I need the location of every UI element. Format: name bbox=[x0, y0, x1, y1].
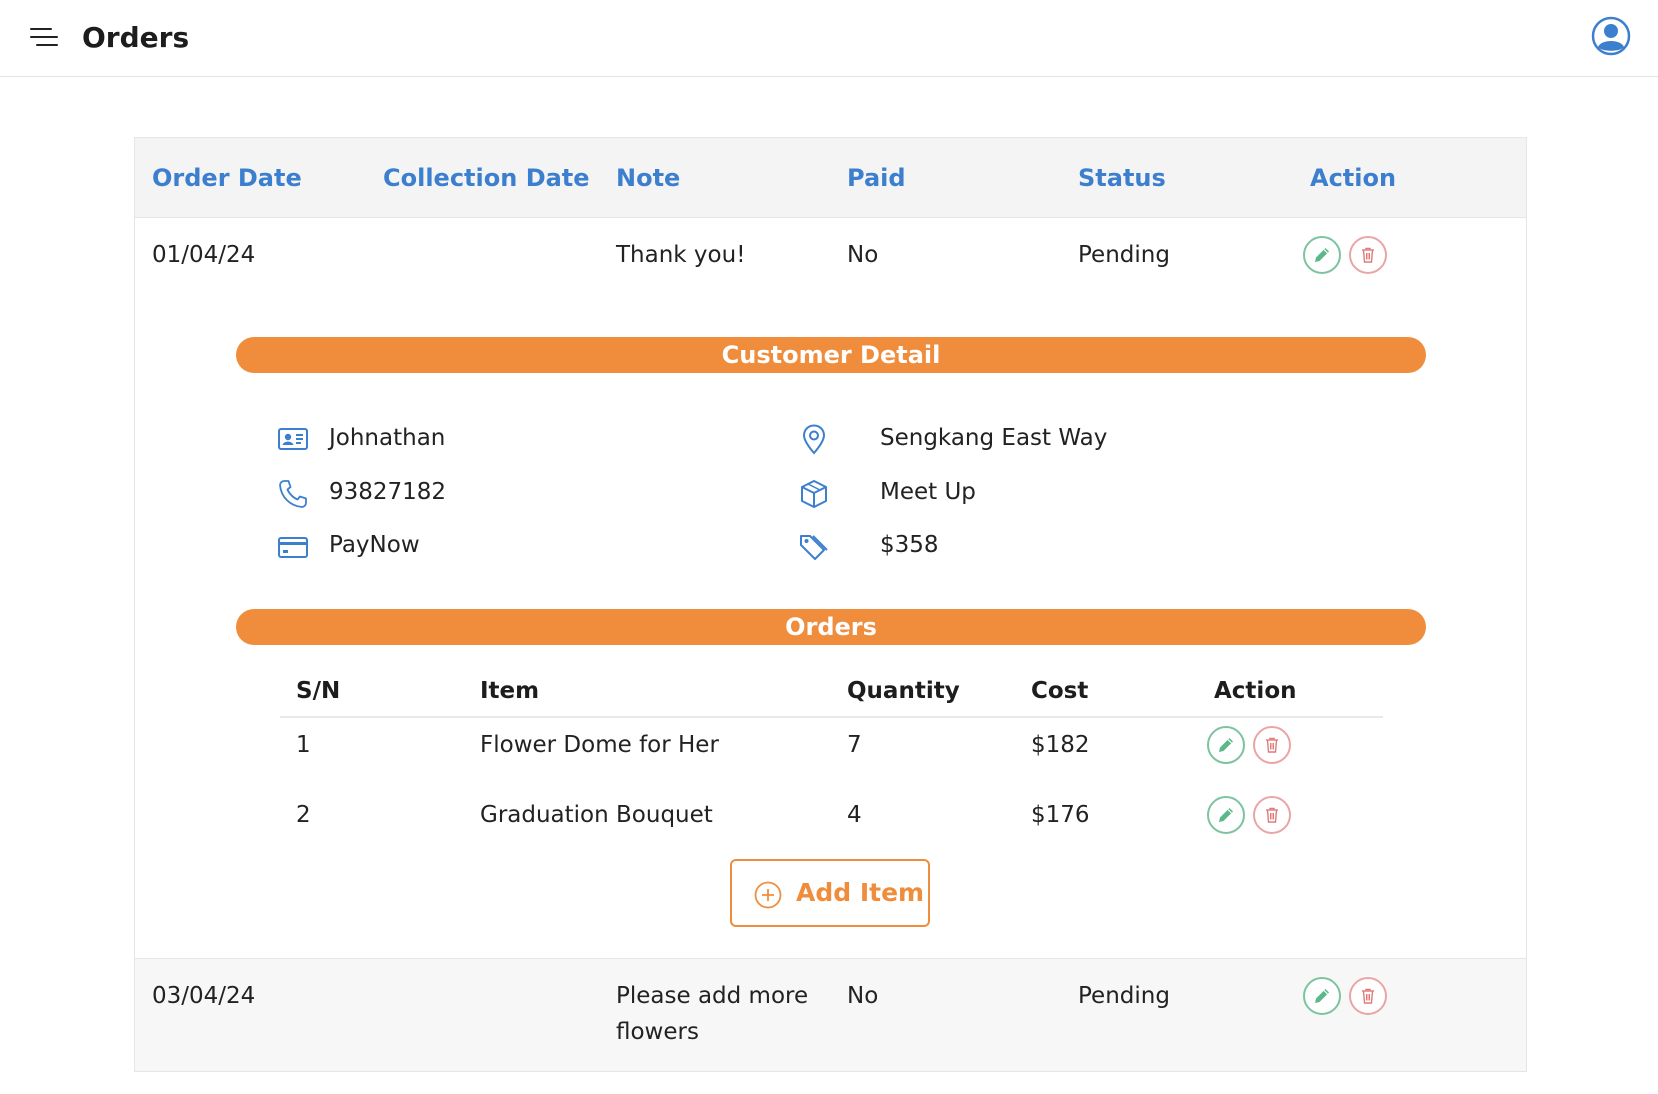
top-bar: Orders bbox=[0, 0, 1658, 77]
note: Please add more bbox=[616, 983, 809, 1009]
phone-icon bbox=[279, 480, 307, 508]
note: flowers bbox=[616, 1019, 699, 1045]
edit-item-button[interactable] bbox=[1207, 726, 1245, 764]
customer-address: Sengkang East Way bbox=[880, 425, 1108, 451]
items-column-quantity: Quantity bbox=[847, 678, 960, 704]
order-date: 01/04/24 bbox=[152, 242, 256, 268]
orders-banner: Orders bbox=[236, 609, 1426, 645]
item-quantity: 4 bbox=[847, 802, 862, 828]
items-column-item: Item bbox=[480, 678, 540, 704]
delete-item-button[interactable] bbox=[1253, 796, 1291, 834]
delivery-method: Meet Up bbox=[880, 479, 976, 505]
add-item-label: Add Item bbox=[796, 878, 925, 907]
add-item-button[interactable]: Add Item bbox=[730, 859, 930, 927]
order-total: $358 bbox=[880, 532, 939, 558]
pencil-icon bbox=[1219, 808, 1233, 822]
status-value: Pending bbox=[1078, 983, 1170, 1009]
paid-value: No bbox=[847, 983, 879, 1009]
item-sn: 2 bbox=[296, 802, 311, 828]
order-date: 03/04/24 bbox=[152, 983, 256, 1009]
box-icon bbox=[801, 480, 827, 508]
plus-circle-icon bbox=[754, 881, 782, 909]
price-tag-icon bbox=[800, 535, 828, 560]
customer-name: Johnathan bbox=[329, 425, 446, 451]
items-header-divider bbox=[280, 716, 1383, 718]
customer-detail-banner: Customer Detail bbox=[236, 337, 1426, 373]
trash-icon bbox=[1362, 247, 1374, 263]
item-cost: $176 bbox=[1031, 802, 1090, 828]
items-column-sn: S/N bbox=[296, 678, 341, 704]
trash-icon bbox=[1266, 807, 1278, 823]
customer-phone: 93827182 bbox=[329, 479, 447, 505]
payment-method: PayNow bbox=[329, 532, 420, 558]
delete-order-button[interactable] bbox=[1349, 236, 1387, 274]
trash-icon bbox=[1362, 988, 1374, 1004]
orders-table: Order Date Collection Date Note Paid Sta… bbox=[134, 137, 1527, 1072]
status-value: Pending bbox=[1078, 242, 1170, 268]
column-paid[interactable]: Paid bbox=[847, 162, 906, 194]
item-quantity: 7 bbox=[847, 732, 862, 758]
item-name: Graduation Bouquet bbox=[480, 802, 713, 828]
pencil-icon bbox=[1315, 248, 1329, 262]
table-row[interactable]: 03/04/24 Please add more flowers No Pend… bbox=[135, 958, 1526, 1071]
column-note[interactable]: Note bbox=[616, 162, 680, 194]
delete-order-button[interactable] bbox=[1349, 977, 1387, 1015]
note: Thank you! bbox=[616, 242, 746, 268]
user-circle-icon[interactable] bbox=[1591, 16, 1631, 56]
items-column-cost: Cost bbox=[1031, 678, 1089, 704]
paid-value: No bbox=[847, 242, 879, 268]
edit-order-button[interactable] bbox=[1303, 977, 1341, 1015]
item-cost: $182 bbox=[1031, 732, 1090, 758]
menu-icon[interactable] bbox=[30, 28, 62, 52]
edit-item-button[interactable] bbox=[1207, 796, 1245, 834]
column-order-date[interactable]: Order Date bbox=[152, 162, 302, 194]
id-card-icon bbox=[278, 428, 308, 450]
credit-card-icon bbox=[278, 537, 308, 558]
pencil-icon bbox=[1315, 989, 1329, 1003]
column-action: Action bbox=[1310, 164, 1397, 192]
items-column-action: Action bbox=[1214, 678, 1297, 704]
edit-order-button[interactable] bbox=[1303, 236, 1341, 274]
trash-icon bbox=[1266, 737, 1278, 753]
column-status[interactable]: Status bbox=[1078, 162, 1166, 194]
page-title: Orders bbox=[82, 21, 190, 54]
table-header: Order Date Collection Date Note Paid Sta… bbox=[135, 138, 1526, 218]
map-pin-icon bbox=[802, 424, 826, 455]
item-sn: 1 bbox=[296, 732, 311, 758]
column-collection-date[interactable]: Collection Date bbox=[383, 162, 590, 194]
pencil-icon bbox=[1219, 738, 1233, 752]
item-name: Flower Dome for Her bbox=[480, 732, 719, 758]
delete-item-button[interactable] bbox=[1253, 726, 1291, 764]
